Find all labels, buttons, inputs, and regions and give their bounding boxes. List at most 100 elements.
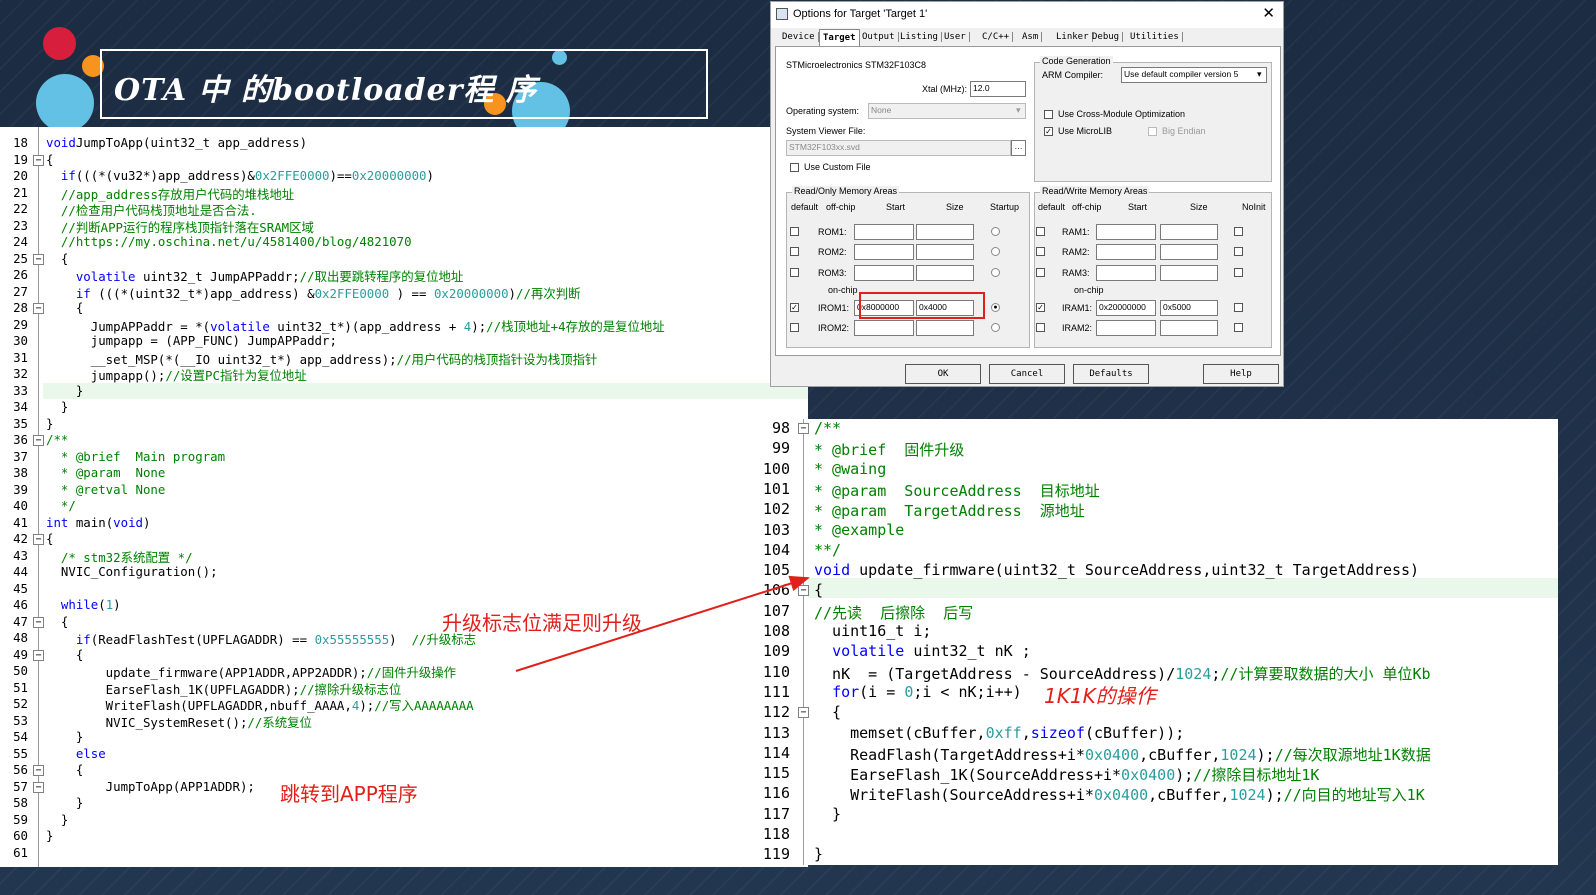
code-line[interactable]: //检查用户代码栈顶地址是否合法. <box>46 201 257 219</box>
code-line[interactable]: * @brief Main program <box>46 449 225 464</box>
code-line[interactable]: * @waing <box>814 460 886 478</box>
code-line[interactable]: { <box>46 647 83 662</box>
ram-noinit-checkbox[interactable] <box>1234 227 1243 236</box>
code-line[interactable]: * @param SourceAddress 目标地址 <box>814 480 1100 501</box>
rom-start-field[interactable] <box>854 224 914 240</box>
ram-size-field[interactable] <box>1160 224 1218 240</box>
code-line[interactable]: /** <box>46 432 68 447</box>
rom-start-field[interactable] <box>854 320 914 336</box>
code-line[interactable]: voidJumpToApp(uint32_t app_address) <box>46 135 307 150</box>
rom-default-checkbox[interactable] <box>790 323 799 332</box>
code-line[interactable]: { <box>814 703 841 721</box>
code-line[interactable]: else <box>46 746 106 761</box>
code-line[interactable]: { <box>46 762 83 777</box>
code-line[interactable]: } <box>814 805 841 823</box>
tab-utilities[interactable]: Utilities <box>1127 32 1183 42</box>
rom-default-checkbox[interactable] <box>790 247 799 256</box>
code-line[interactable]: } <box>46 399 68 414</box>
code-line[interactable]: WriteFlash(UPFLAGADDR,nbuff_AAAA,4);//写入… <box>46 696 474 714</box>
rom-size-field[interactable] <box>916 224 974 240</box>
code-line[interactable]: //判断APP运行的程序栈顶指针落在SRAM区域 <box>46 218 314 236</box>
code-line[interactable]: int main(void) <box>46 515 150 530</box>
code-line[interactable]: JumpToApp(APP1ADDR); <box>46 779 255 794</box>
rom-startup-radio[interactable] <box>991 323 1000 332</box>
code-line[interactable]: { <box>46 251 68 266</box>
ram-default-checkbox[interactable] <box>1036 323 1045 332</box>
code-line[interactable]: } <box>814 845 823 863</box>
ram-start-field[interactable] <box>1096 224 1156 240</box>
rom-start-field[interactable] <box>854 244 914 260</box>
code-line[interactable]: * @example <box>814 521 904 539</box>
code-line[interactable]: { <box>46 531 53 546</box>
fold-toggle-icon[interactable]: − <box>33 435 44 446</box>
fold-toggle-icon[interactable]: − <box>798 423 809 434</box>
svd-field[interactable]: STM32F103xx.svd <box>786 140 1011 156</box>
rom-default-checkbox[interactable]: ✓ <box>790 303 799 312</box>
fold-toggle-icon[interactable]: − <box>798 585 809 597</box>
code-line[interactable]: EarseFlash_1K(SourceAddress+i*0x0400);//… <box>814 764 1319 785</box>
code-line[interactable]: jumpapp = (APP_FUNC) JumpAPPaddr; <box>46 333 337 348</box>
code-line[interactable]: { <box>46 152 53 167</box>
rom-default-checkbox[interactable] <box>790 268 799 277</box>
ram-start-field[interactable] <box>1096 320 1156 336</box>
rom-size-field[interactable] <box>916 320 974 336</box>
xtal-field[interactable]: 12.0 <box>970 81 1026 97</box>
code-line[interactable]: if(ReadFlashTest(UPFLAGADDR) == 0x555555… <box>46 630 476 648</box>
tab-output[interactable]: Output <box>859 32 899 42</box>
code-line[interactable]: * @retval None <box>46 482 165 497</box>
code-line[interactable]: volatile uint32_t nK ; <box>814 642 1031 660</box>
fold-toggle-icon[interactable]: − <box>33 781 44 793</box>
help-button[interactable]: Help <box>1203 364 1279 384</box>
fold-toggle-icon[interactable]: − <box>33 303 44 314</box>
ok-button[interactable]: OK <box>905 364 981 384</box>
fold-toggle-icon[interactable]: − <box>33 616 44 628</box>
code-line[interactable]: * @param TargetAddress 源地址 <box>814 500 1085 521</box>
code-line[interactable]: * @brief 固件升级 <box>814 439 964 460</box>
microlib-checkbox[interactable]: ✓ <box>1044 127 1053 136</box>
tab-asm[interactable]: Asm <box>1019 32 1043 42</box>
code-line[interactable]: volatile uint32_t JumpAPPaddr;//取出要跳转程序的… <box>46 267 463 285</box>
code-line[interactable]: */ <box>46 498 76 513</box>
code-line[interactable]: if (((*(uint32_t*)app_address) &0x2FFE00… <box>46 284 581 302</box>
ram-start-field[interactable] <box>1096 244 1156 260</box>
code-line[interactable]: memset(cBuffer,0xff,sizeof(cBuffer)); <box>814 724 1184 742</box>
ram-noinit-checkbox[interactable] <box>1234 303 1243 312</box>
use-custom-file-checkbox[interactable] <box>790 163 799 172</box>
cross-module-checkbox[interactable] <box>1044 110 1053 119</box>
code-line[interactable]: void update_firmware(uint32_t SourceAddr… <box>814 561 1419 579</box>
ram-size-field[interactable] <box>1160 265 1218 281</box>
tab-debug[interactable]: Debug <box>1089 32 1124 42</box>
fold-toggle-icon[interactable]: − <box>33 154 44 166</box>
os-select[interactable]: None <box>868 103 1026 119</box>
code-line[interactable]: __set_MSP(*(__IO uint32_t*) app_address)… <box>46 350 598 368</box>
update-firmware-code-editor[interactable]: 98−/** 99 * @brief 固件升级 100 * @waing 101 * @pa… <box>758 419 1558 865</box>
defaults-button[interactable]: Defaults <box>1073 364 1149 384</box>
ram-default-checkbox[interactable] <box>1036 227 1045 236</box>
code-line[interactable]: } <box>46 795 83 810</box>
code-line[interactable]: //https://my.oschina.net/u/4581400/blog/… <box>46 234 412 249</box>
tab-target[interactable]: Target <box>819 29 860 47</box>
ram-size-field[interactable] <box>1160 244 1218 260</box>
tab-user[interactable]: User <box>941 32 970 42</box>
fold-toggle-icon[interactable]: − <box>33 534 44 545</box>
ram-noinit-checkbox[interactable] <box>1234 268 1243 277</box>
rom-startup-radio[interactable]: ● <box>991 303 1000 312</box>
code-line[interactable]: } <box>46 383 83 398</box>
code-line[interactable]: { <box>46 614 68 629</box>
code-line[interactable]: NVIC_SystemReset();//系统复位 <box>46 713 312 731</box>
ram-default-checkbox[interactable]: ✓ <box>1036 303 1045 312</box>
code-line[interactable]: update_firmware(APP1ADDR,APP2ADDR);//固件升… <box>46 663 456 681</box>
ram-default-checkbox[interactable] <box>1036 247 1045 256</box>
code-line[interactable]: NVIC_Configuration(); <box>46 564 218 579</box>
fold-toggle-icon[interactable]: − <box>798 707 809 719</box>
code-line[interactable]: * @param None <box>46 465 165 480</box>
svd-browse-button[interactable]: … <box>1011 140 1026 156</box>
code-line[interactable]: } <box>46 812 68 827</box>
cancel-button[interactable]: Cancel <box>989 364 1065 384</box>
code-line[interactable]: { <box>46 300 83 315</box>
tab-linker[interactable]: Linker <box>1053 32 1093 42</box>
code-line[interactable]: for(i = 0;i < nK;i++) <box>814 683 1022 701</box>
rom-size-field[interactable] <box>916 244 974 260</box>
fold-toggle-icon[interactable]: − <box>33 765 44 776</box>
rom-startup-radio[interactable] <box>991 247 1000 256</box>
